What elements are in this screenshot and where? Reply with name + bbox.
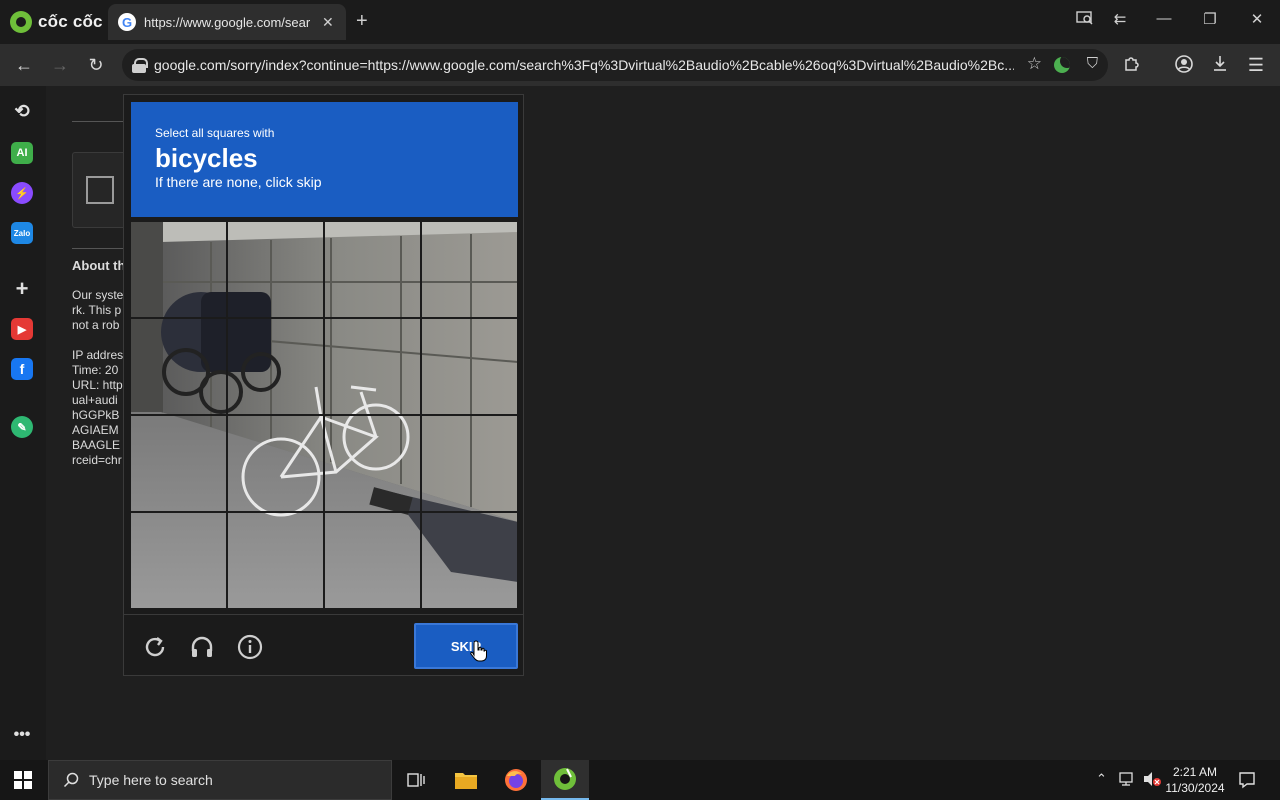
notifications-icon[interactable] <box>1238 771 1256 794</box>
challenge-subtitle: If there are none, click skip <box>155 174 322 190</box>
audio-challenge-headphones-icon[interactable] <box>188 633 216 661</box>
grid-tile[interactable] <box>325 319 421 415</box>
menu-hamburger-icon[interactable]: ☰ <box>1244 54 1268 76</box>
grid-tile[interactable] <box>228 319 324 415</box>
more-dots-icon[interactable]: ••• <box>11 724 33 746</box>
facebook-icon[interactable]: f <box>11 358 33 380</box>
challenge-header: Select all squares with bicycles If ther… <box>131 102 518 217</box>
hand-cursor-icon <box>470 640 487 662</box>
grid-tile[interactable] <box>131 416 227 512</box>
page-line: AGIAEM <box>72 423 119 437</box>
recaptcha-challenge: Select all squares with bicycles If ther… <box>123 94 524 676</box>
profile-icon[interactable] <box>1172 54 1196 79</box>
close-window-button[interactable]: ✕ <box>1245 10 1269 28</box>
browser-toolbar: ← → ↻ google.com/sorry/index?continue=ht… <box>0 44 1280 86</box>
address-bar[interactable]: google.com/sorry/index?continue=https://… <box>122 49 1108 81</box>
grid-tile[interactable] <box>228 513 324 609</box>
google-favicon-icon: G <box>118 13 136 31</box>
windows-taskbar: Type here to search ⌃ 2:21 AM 11/30/2024 <box>0 760 1280 800</box>
url-text[interactable]: google.com/sorry/index?continue=https://… <box>154 57 1014 73</box>
grid-tile[interactable] <box>228 416 324 512</box>
back-arrow-icon[interactable]: ← <box>12 54 36 76</box>
challenge-footer: SKIP <box>124 614 523 675</box>
file-explorer-icon[interactable] <box>442 760 490 800</box>
extensions-puzzle-icon[interactable] <box>1120 54 1144 77</box>
page-line[interactable]: URL: http <box>72 378 123 393</box>
adblock-shield-icon[interactable]: ⛉ <box>1087 55 1098 72</box>
back-history-icon[interactable]: ⇇ <box>1108 10 1132 28</box>
search-icon <box>63 772 79 788</box>
ai-assistant-icon[interactable]: AI <box>11 142 33 164</box>
about-heading: About th <box>72 258 126 273</box>
system-clock[interactable]: 2:21 AM 11/30/2024 <box>1164 764 1226 796</box>
new-tab-button[interactable]: + <box>356 10 368 33</box>
reload-challenge-icon[interactable] <box>141 633 169 661</box>
clock-time: 2:21 AM <box>1172 765 1218 779</box>
search-placeholder: Type here to search <box>89 772 213 788</box>
download-icon[interactable] <box>1208 54 1232 77</box>
grid-tile[interactable] <box>422 222 518 318</box>
grid-tile[interactable] <box>325 513 421 609</box>
history-icon[interactable]: ⟲ <box>11 100 33 122</box>
network-icon[interactable] <box>1118 771 1136 792</box>
grid-tile[interactable] <box>131 319 227 415</box>
grid-tile[interactable] <box>325 222 421 318</box>
task-view-icon[interactable] <box>392 760 440 800</box>
messenger-icon[interactable]: ⚡ <box>11 182 33 204</box>
lock-icon[interactable] <box>132 58 148 73</box>
coccoc-taskbar-icon[interactable] <box>541 760 589 800</box>
minimize-button[interactable]: — <box>1152 10 1176 27</box>
grid-tile[interactable] <box>422 513 518 609</box>
page-line: IP addres <box>72 348 124 362</box>
forward-arrow-icon[interactable]: → <box>48 54 72 76</box>
tab-strip: cốc cốc G https://www.google.com/sear ✕ … <box>0 0 1280 44</box>
skip-button[interactable]: SKIP <box>414 623 518 669</box>
browser-brand: cốc cốc <box>10 10 103 34</box>
bookmark-star-icon[interactable]: ☆ <box>1027 54 1042 74</box>
info-icon[interactable] <box>236 633 264 661</box>
screen-search-icon[interactable] <box>1073 10 1097 30</box>
page-line: Time: 20 <box>72 363 119 377</box>
taskbar-search-input[interactable]: Type here to search <box>48 760 392 800</box>
page-line: BAAGLE <box>72 438 121 452</box>
page-line: hGGPkB <box>72 408 120 422</box>
tab-google[interactable]: G https://www.google.com/sear ✕ <box>108 4 346 40</box>
firefox-icon[interactable] <box>492 760 540 800</box>
page-line: Our syste <box>72 288 124 302</box>
grid-tile[interactable] <box>325 416 421 512</box>
clock-date: 11/30/2024 <box>1165 781 1225 795</box>
dark-mode-moon-icon[interactable] <box>1054 57 1070 73</box>
coccoc-logo-icon <box>10 11 32 33</box>
page-line: ual+audi <box>72 393 118 407</box>
grid-tile[interactable] <box>131 513 227 609</box>
recaptcha-checkbox[interactable] <box>86 176 114 204</box>
page-line: rk. This p <box>72 303 122 317</box>
add-sidebar-item-icon[interactable]: + <box>11 276 33 301</box>
windows-start-icon[interactable] <box>14 771 32 789</box>
challenge-image-grid <box>131 222 518 609</box>
tab-close-icon[interactable]: ✕ <box>322 14 334 31</box>
grid-tile[interactable] <box>131 222 227 318</box>
sidebar: ⟲ AI ⚡ Zalo + ▶ f ✎ ••• <box>0 86 46 760</box>
challenge-instruction: Select all squares with <box>155 126 275 140</box>
reload-icon[interactable]: ↻ <box>84 54 108 76</box>
grid-tile[interactable] <box>422 319 518 415</box>
page-line: rceid=chr <box>72 453 122 467</box>
restore-button[interactable]: ❐ <box>1198 10 1222 28</box>
notes-icon[interactable]: ✎ <box>11 416 33 438</box>
challenge-target: bicycles <box>155 143 258 173</box>
tray-chevron-up-icon[interactable]: ⌃ <box>1096 771 1107 787</box>
youtube-icon[interactable]: ▶ <box>11 318 33 340</box>
grid-tile[interactable] <box>422 416 518 512</box>
grid-tile[interactable] <box>228 222 324 318</box>
volume-muted-icon[interactable] <box>1142 771 1162 792</box>
page-line: not a rob <box>72 318 120 332</box>
zalo-icon[interactable]: Zalo <box>11 222 33 244</box>
brand-name: cốc cốc <box>38 12 103 31</box>
tab-title: https://www.google.com/sear <box>144 14 311 30</box>
